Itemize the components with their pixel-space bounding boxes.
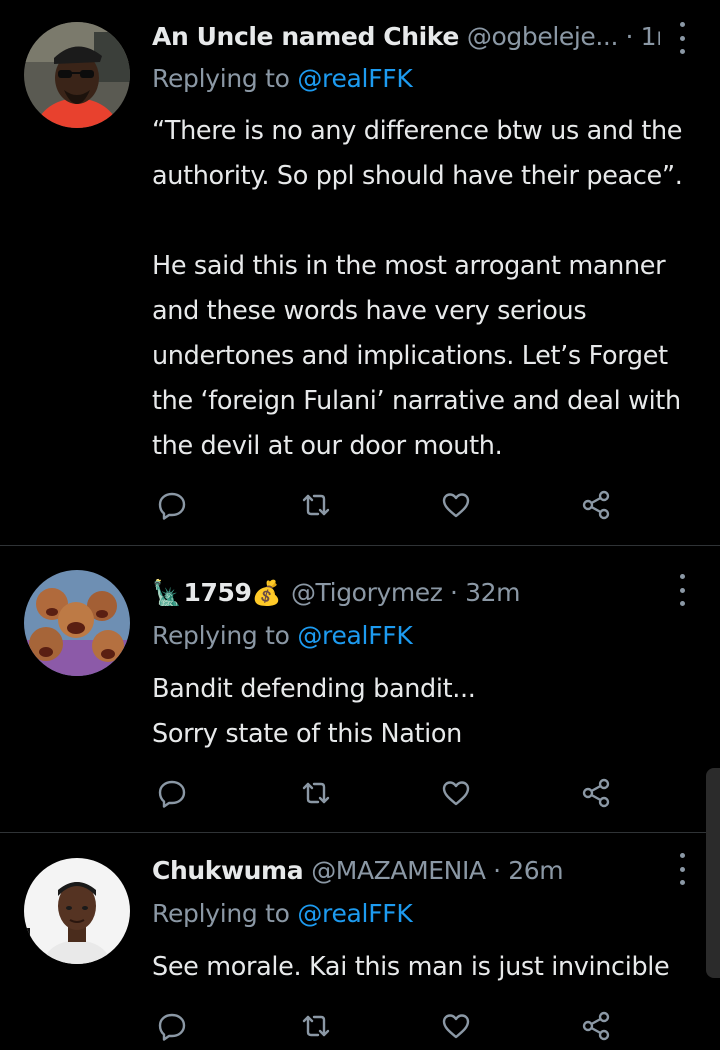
share-icon[interactable] [578,1008,614,1044]
tweet-text: “There is no any difference btw us and t… [152,109,697,469]
more-options-icon[interactable] [674,574,690,606]
tweet-paragraph: Bandit defending bandit... [152,674,476,704]
tweet-text: See morale. Kai this man is just invinci… [152,945,697,990]
avatar-image [24,570,130,676]
display-name[interactable]: An Uncle named Chike [152,22,459,51]
handle[interactable]: @MAZAMENIA [311,856,486,885]
share-icon[interactable] [578,775,614,811]
money-bag-emoji: 💰 [251,578,281,607]
replying-to: Replying to @realFFK [152,64,413,93]
display-name-text: 1759 [183,577,252,607]
display-name[interactable]: Chukwuma [152,856,304,885]
timestamp[interactable]: 1m [641,22,660,51]
heart-icon[interactable] [438,1008,474,1044]
retweet-icon[interactable] [298,1008,334,1044]
statue-of-liberty-emoji: 🗽 [152,578,182,607]
tweet-actions [154,487,624,523]
avatar[interactable] [24,858,130,964]
avatar[interactable] [24,570,130,676]
tweet-paragraph: See morale. Kai this man is just invinci… [152,952,670,982]
retweet-icon[interactable] [298,487,334,523]
heart-icon[interactable] [438,775,474,811]
handle[interactable]: @ogbeleje... [467,22,619,51]
tweet-1[interactable]: An Uncle named Chike @ogbeleje... · 1m R… [0,0,720,546]
tweet-paragraph: “There is no any difference btw us and t… [152,116,683,191]
more-options-icon[interactable] [674,853,690,885]
timestamp[interactable]: 32m [465,578,520,607]
tweet-actions [154,775,624,811]
tweet-header: Chukwuma @MAZAMENIA · 26m [152,850,660,890]
reply-icon[interactable] [154,487,190,523]
tweet-3[interactable]: Chukwuma @MAZAMENIA · 26m Replying to @r… [0,833,720,1050]
timestamp[interactable]: 26m [508,856,563,885]
replying-label: Replying to [152,899,290,928]
more-options-icon[interactable] [674,22,690,54]
mention-link[interactable]: @realFFK [297,621,412,650]
reply-icon[interactable] [154,775,190,811]
avatar-image [24,22,130,128]
avatar-image [24,858,130,964]
replying-label: Replying to [152,621,290,650]
handle[interactable]: @Tigorymez [291,578,443,607]
replying-label: Replying to [152,64,290,93]
tweet-2[interactable]: 🗽1759💰 @Tigorymez · 32m Replying to @rea… [0,546,720,833]
reply-icon[interactable] [154,1008,190,1044]
mention-link[interactable]: @realFFK [297,64,412,93]
separator-dot: · [485,855,509,885]
separator-dot: · [442,577,466,607]
tweet-header: An Uncle named Chike @ogbeleje... · 1m [152,16,660,56]
retweet-icon[interactable] [298,775,334,811]
share-icon[interactable] [578,487,614,523]
separator-dot: · [618,21,641,51]
mention-link[interactable]: @realFFK [297,899,412,928]
display-name[interactable]: 🗽1759💰 [152,578,283,607]
replying-to: Replying to @realFFK [152,621,413,650]
tweet-paragraph: He said this in the most arrogant manner… [152,251,681,461]
scrollbar-thumb[interactable] [706,768,720,978]
tweet-actions [154,1008,624,1044]
tweet-paragraph: Sorry state of this Nation [152,719,462,749]
tweet-header: 🗽1759💰 @Tigorymez · 32m [152,572,660,612]
heart-icon[interactable] [438,487,474,523]
replying-to: Replying to @realFFK [152,899,413,928]
tweet-text: Bandit defending bandit... Sorry state o… [152,667,697,757]
avatar[interactable] [24,22,130,128]
